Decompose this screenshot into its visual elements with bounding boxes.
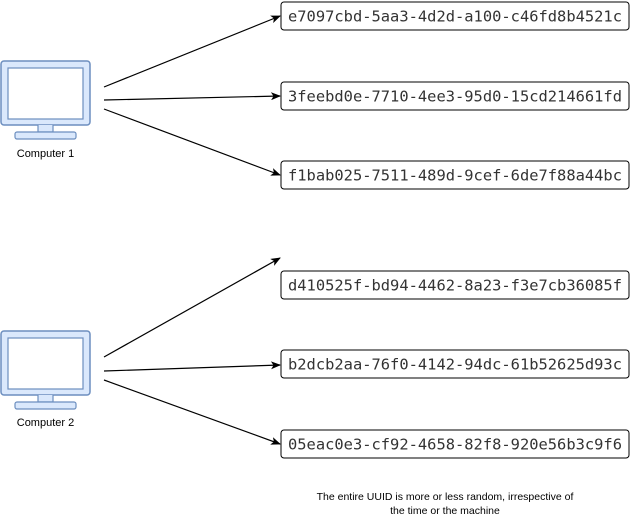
uuid-box: b2dcb2aa-76f0-4142-94dc-61b52625d93c [280,349,630,379]
computer-1: Computer 1 [0,60,91,160]
arrow-connector [103,257,281,358]
arrow-connector [103,379,281,445]
arrow-connector [103,92,281,101]
uuid-box: 05eac0e3-cf92-4658-82f8-920e56b3c9f6 [280,429,630,459]
arrow-connector [103,108,281,176]
uuid-text: b2dcb2aa-76f0-4142-94dc-61b52625d93c [288,356,622,374]
arrow-connector [103,361,281,372]
caption-line: The entire UUID is more or less random, … [316,491,574,503]
uuid-text: f1bab025-7511-489d-9cef-6de7f88a44bc [288,167,622,185]
uuid-box: d410525f-bd94-4462-8a23-f3e7cb36085f [280,270,630,300]
caption-line: the time or the machine [390,505,500,517]
uuid-box: 3feebd0e-7710-4ee3-95d0-15cd214661fd [280,81,630,111]
monitor-icon [0,330,91,410]
uuid-text: e7097cbd-5aa3-4d2d-a100-c46fd8b4521c [288,8,622,26]
computer-2: Computer 2 [0,330,91,429]
arrow-connector [103,15,281,88]
caption-note: The entire UUID is more or less random, … [270,490,620,518]
computer-label: Computer 2 [17,417,74,429]
uuid-box: e7097cbd-5aa3-4d2d-a100-c46fd8b4521c [280,1,630,31]
uuid-text: 05eac0e3-cf92-4658-82f8-920e56b3c9f6 [288,436,622,454]
monitor-icon [0,60,91,140]
uuid-diagram: Computer 1 Computer 2 e7097cbd-5aa3-4d2d… [0,1,630,459]
uuid-box: f1bab025-7511-489d-9cef-6de7f88a44bc [280,160,630,190]
computer-label: Computer 1 [17,148,74,160]
uuid-text: d410525f-bd94-4462-8a23-f3e7cb36085f [288,277,622,295]
uuid-text: 3feebd0e-7710-4ee3-95d0-15cd214661fd [288,88,622,106]
